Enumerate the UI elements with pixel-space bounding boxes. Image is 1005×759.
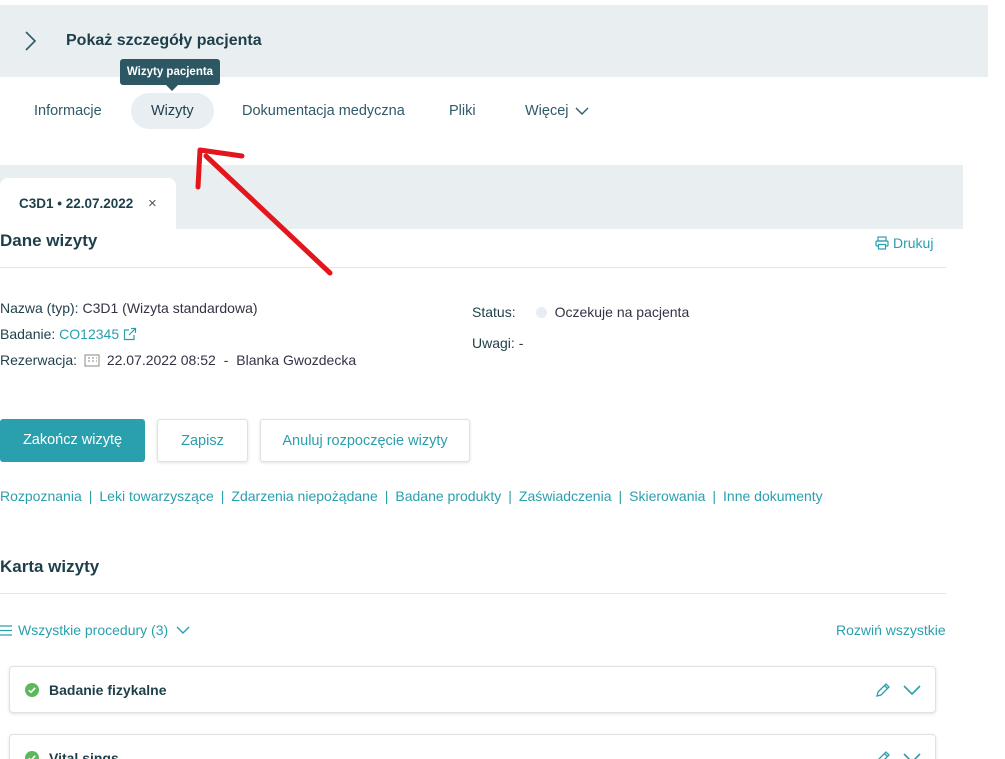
visit-tab[interactable]: C3D1 • 22.07.2022 × (0, 178, 176, 230)
reservation-row: Rezerwacja: 22.07.2022 08:52 - Blanka Gw… (0, 352, 356, 368)
status-dot-icon (535, 307, 547, 318)
chevron-down-icon[interactable] (903, 684, 921, 696)
status-value: Oczekuje na pacjenta (554, 304, 690, 320)
link-separator: | (220, 488, 225, 504)
save-button[interactable]: Zapisz (157, 419, 248, 462)
chevron-down-icon (575, 107, 589, 116)
printer-icon (875, 236, 889, 250)
link-tested-products[interactable]: Badane produkty (395, 488, 501, 504)
link-other-documents[interactable]: Inne dokumenty (723, 488, 823, 504)
link-diagnoses[interactable]: Rozpoznania (0, 488, 82, 504)
tab-visits[interactable]: Wizyty (131, 93, 214, 129)
expand-all-link[interactable]: Rozwiń wszystkie (836, 622, 946, 638)
link-separator: | (384, 488, 389, 504)
quick-links: Rozpoznania | Leki towarzyszące | Zdarzenia … (0, 488, 823, 504)
reservation-date: 22.07.2022 08:52 (106, 352, 216, 368)
tab-more[interactable]: Więcej (505, 93, 609, 129)
visit-name-row: Nazwa (typ): C3D1 (Wizyta standardowa) (0, 300, 258, 316)
visit-tab-label: C3D1 • 22.07.2022 (19, 196, 134, 211)
procedure-name: Vital sings (49, 750, 119, 759)
print-label: Drukuj (893, 235, 934, 251)
cancel-visit-start-button[interactable]: Anuluj rozpoczęcie wizyty (260, 419, 470, 462)
check-circle-icon (25, 683, 39, 697)
link-separator: | (88, 488, 93, 504)
print-button[interactable]: Drukuj (875, 235, 933, 251)
notes-key: Uwagi: (472, 335, 515, 351)
link-separator: | (712, 488, 717, 504)
study-link[interactable]: CO12345 (59, 326, 119, 342)
link-referrals[interactable]: Skierowania (629, 488, 705, 504)
study-row: Badanie: CO12345 (0, 326, 137, 342)
finish-visit-button[interactable]: Zakończ wizytę (0, 419, 145, 462)
procedure-name: Badanie fizykalne (49, 682, 167, 698)
notes-value: - (518, 335, 524, 351)
link-concomitant-drugs[interactable]: Leki towarzyszące (99, 488, 213, 504)
tab-medical-documentation[interactable]: Dokumentacja medyczna (222, 93, 425, 129)
page-title: Pokaż szczegóły pacjenta (66, 32, 262, 49)
chevron-down-icon[interactable] (903, 752, 921, 759)
link-certificates[interactable]: Zaświadczenia (519, 488, 612, 504)
check-circle-icon (25, 751, 39, 759)
reservation-separator: - (223, 352, 229, 368)
reservation-person: Blanka Gwozdecka (236, 352, 357, 368)
chevron-down-icon (176, 626, 190, 634)
divider (0, 267, 946, 268)
close-icon[interactable]: × (148, 195, 157, 212)
tooltip-visits: Wizyty pacjenta (120, 59, 220, 91)
procedures-filter-label: Wszystkie procedury (3) (18, 622, 169, 638)
link-adverse-events[interactable]: Zdarzenia niepożądane (231, 488, 377, 504)
procedure-card[interactable]: Badanie fizykalne (9, 666, 936, 713)
building-icon (84, 354, 100, 367)
tab-more-label: Więcej (525, 103, 569, 119)
procedures-filter[interactable]: Wszystkie procedury (3) (0, 622, 190, 638)
status-key: Status: (472, 304, 516, 320)
chevron-right-icon[interactable] (22, 29, 38, 53)
external-link-icon[interactable] (123, 327, 137, 341)
notes-row: Uwagi: - (472, 335, 523, 351)
visit-details-title: Dane wizyty (0, 231, 98, 250)
visit-name-value: C3D1 (Wizyta standardowa) (82, 300, 258, 316)
link-separator: | (618, 488, 623, 504)
reservation-key: Rezerwacja: (0, 352, 78, 368)
visit-name-key: Nazwa (typ): (0, 300, 79, 316)
study-key: Badanie: (0, 326, 56, 342)
procedure-card[interactable]: Vital sings (9, 734, 936, 759)
divider (0, 593, 946, 594)
status-row: Status: Oczekuje na pacjenta (472, 304, 689, 320)
tab-files[interactable]: Pliki (429, 93, 496, 129)
menu-lines-icon (0, 625, 12, 636)
visit-card-title: Karta wizyty (0, 557, 100, 576)
tab-information[interactable]: Informacje (14, 93, 122, 129)
pencil-icon[interactable] (875, 682, 891, 698)
pencil-icon[interactable] (875, 750, 891, 759)
link-separator: | (508, 488, 512, 504)
